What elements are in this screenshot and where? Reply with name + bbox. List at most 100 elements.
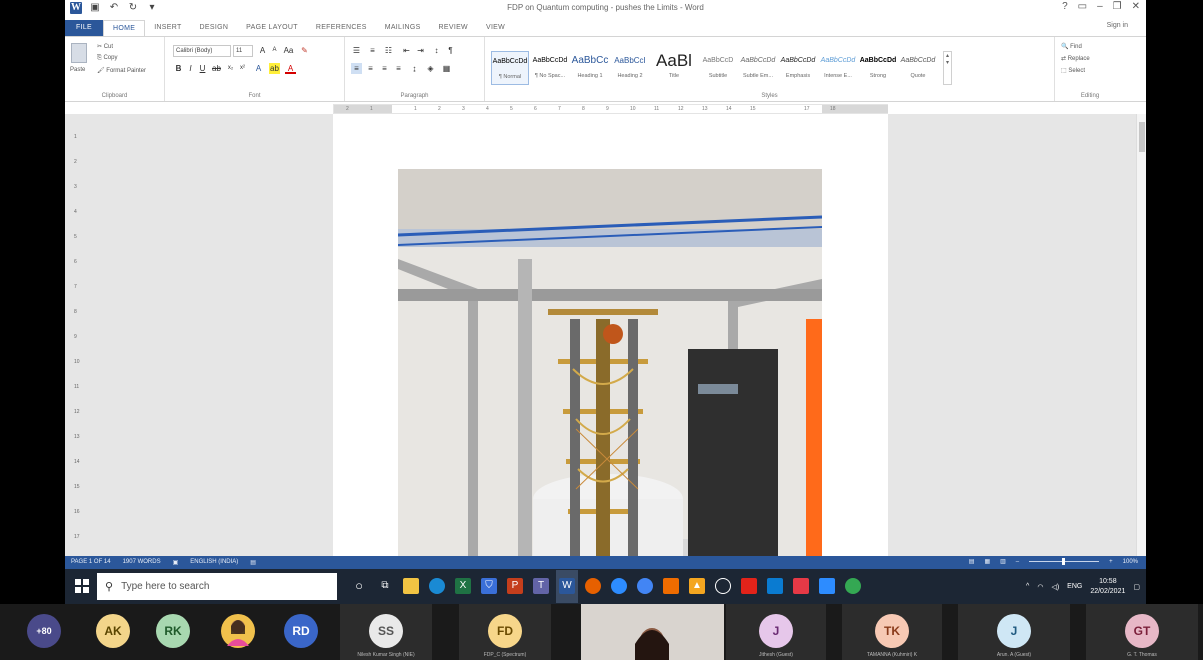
tab-insert[interactable]: INSERT	[145, 20, 190, 36]
zoom-level[interactable]: 100%	[1123, 559, 1138, 565]
restore-button[interactable]: ❐	[1113, 1, 1122, 12]
zoom-out-icon[interactable]: –	[1016, 559, 1019, 565]
participant-tile[interactable]: AK	[88, 604, 138, 660]
align-left-icon[interactable]: ≡	[351, 63, 362, 74]
video-app-icon[interactable]	[819, 578, 835, 594]
macro-icon[interactable]: ▤	[250, 559, 256, 566]
participant-tile[interactable]: RD	[276, 604, 326, 660]
app-icon[interactable]	[793, 578, 809, 594]
participant-tile[interactable]: FD FDP_C (Spectrum)	[459, 604, 551, 660]
copy-button[interactable]: ⎘ Copy	[97, 55, 117, 62]
horizontal-ruler[interactable]: 2 1 1 2 3 4 5 6 7 8 9 10 11 12 13 14 15 …	[333, 104, 888, 114]
start-button[interactable]	[75, 579, 89, 593]
print-layout-icon[interactable]: ▦	[984, 558, 990, 565]
shrink-font-icon[interactable]: A	[269, 45, 280, 56]
zoom-app-icon[interactable]	[611, 578, 627, 594]
firefox-icon[interactable]	[585, 578, 601, 594]
cortana-icon[interactable]: ○	[351, 578, 367, 594]
vertical-ruler[interactable]: 1 2 3 4 5 6 7 8 9 10 11 12 13 14 15 16 1…	[74, 114, 82, 556]
notifications-icon[interactable]: ▢	[1133, 583, 1140, 591]
participant-tile[interactable]: J Arun. A (Guest)	[958, 604, 1070, 660]
web-layout-icon[interactable]: ▥	[1000, 558, 1006, 565]
style-subtle-emphasis[interactable]: AaBbCcDd Subtle Em...	[739, 51, 777, 85]
subscript-icon[interactable]: x₂	[225, 63, 236, 74]
participant-tile[interactable]: GT G. T. Thomas	[1086, 604, 1198, 660]
grow-font-icon[interactable]: A	[257, 45, 268, 56]
format-painter-button[interactable]: 🖌 Format Painter	[97, 67, 146, 74]
font-color-icon[interactable]: A	[285, 63, 296, 74]
participant-overflow[interactable]: +80	[22, 604, 66, 660]
file-explorer-icon[interactable]	[403, 578, 419, 594]
shading-icon[interactable]: ◈	[425, 63, 436, 74]
change-case-icon[interactable]: Aa	[283, 45, 294, 56]
style-heading-1[interactable]: AaBbCc Heading 1	[571, 51, 609, 85]
font-name-dropdown[interactable]: Calibri (Body)	[173, 45, 231, 57]
quantum-computer-photo[interactable]	[398, 169, 822, 557]
find-button[interactable]: 🔍 Find	[1061, 43, 1082, 50]
tab-references[interactable]: REFERENCES	[307, 20, 376, 36]
powerpoint-icon[interactable]: P	[507, 578, 523, 594]
word-count[interactable]: 1907 WORDS	[123, 559, 161, 566]
read-mode-icon[interactable]: ▤	[969, 558, 975, 565]
show-marks-icon[interactable]: ¶	[445, 45, 456, 56]
participant-tile[interactable]	[213, 604, 263, 660]
taskbar-search[interactable]: ⚲ Type here to search	[97, 573, 337, 600]
participant-tile[interactable]: TK TAMANNA (Kuhmiri) K	[842, 604, 942, 660]
line-spacing-icon[interactable]: ↨	[409, 63, 420, 74]
style-quote[interactable]: AaBbCcDd Quote	[899, 51, 937, 85]
participant-tile[interactable]: SS Nilesh Kumar Singh (NIE)	[340, 604, 432, 660]
strikethrough-icon[interactable]: ab	[211, 63, 222, 74]
highlight-icon[interactable]: ab	[269, 63, 280, 74]
tab-home[interactable]: HOME	[102, 20, 146, 36]
font-size-dropdown[interactable]: 11	[233, 45, 253, 57]
tab-design[interactable]: DESIGN	[191, 20, 238, 36]
tab-mailings[interactable]: MAILINGS	[376, 20, 430, 36]
underline-icon[interactable]: U	[197, 63, 208, 74]
styles-scroll-icon[interactable]: ▴ ▾	[943, 51, 952, 85]
language-indicator[interactable]: ENGLISH (INDIA)	[190, 559, 238, 566]
style-intense-emphasis[interactable]: AaBbCcDd Intense E...	[819, 51, 857, 85]
cut-button[interactable]: ✂ Cut	[97, 43, 113, 50]
excel-icon[interactable]: X	[455, 578, 471, 594]
speaker-video[interactable]	[581, 604, 724, 660]
participant-tile[interactable]: RK	[148, 604, 198, 660]
bold-icon[interactable]: B	[173, 63, 184, 74]
acrobat-icon[interactable]	[741, 578, 757, 594]
wifi-icon[interactable]: ◠	[1037, 583, 1043, 591]
justify-icon[interactable]: ≡	[393, 63, 404, 74]
zoom-slider[interactable]	[1029, 558, 1100, 565]
numbering-icon[interactable]: ≡	[367, 45, 378, 56]
minimize-button[interactable]: –	[1097, 1, 1103, 12]
word-taskbar-icon[interactable]: W	[559, 578, 575, 594]
replace-button[interactable]: ⇄ Replace	[1061, 55, 1090, 62]
italic-icon[interactable]: I	[185, 63, 196, 74]
align-center-icon[interactable]: ≡	[365, 63, 376, 74]
task-view-icon[interactable]: ⧉	[377, 578, 393, 594]
proofing-icon[interactable]: ▣	[173, 559, 179, 566]
select-button[interactable]: ⬚ Select	[1061, 67, 1085, 74]
edge-icon[interactable]	[429, 578, 445, 594]
style-normal[interactable]: AaBbCcDd ¶ Normal	[491, 51, 529, 85]
paste-button[interactable]: Paste	[70, 67, 85, 73]
chrome-icon[interactable]	[637, 578, 653, 594]
help-icon[interactable]: ?	[1062, 1, 1068, 12]
style-emphasis[interactable]: AaBbCcDd Emphasis	[779, 51, 817, 85]
clock[interactable]: 10:58 22/02/2021	[1090, 577, 1125, 597]
close-button[interactable]: ✕	[1132, 1, 1140, 12]
clock-app-icon[interactable]	[715, 578, 731, 594]
page-count[interactable]: PAGE 1 OF 14	[71, 559, 111, 566]
sort-icon[interactable]: ↕	[431, 45, 442, 56]
style-subtitle[interactable]: AaBbCcD Subtitle	[699, 51, 737, 85]
text-effects-icon[interactable]: A	[253, 63, 264, 74]
style-heading-2[interactable]: AaBbCcI Heading 2	[611, 51, 649, 85]
volume-icon[interactable]: ◁)	[1051, 583, 1059, 591]
show-hidden-icon[interactable]: ^	[1026, 583, 1029, 590]
app-icon[interactable]	[767, 578, 783, 594]
sign-in-link[interactable]: Sign in	[1107, 22, 1128, 29]
superscript-icon[interactable]: x²	[237, 63, 248, 74]
participant-tile[interactable]: J Jithesh (Guest)	[726, 604, 826, 660]
chrome-profile-icon[interactable]	[845, 578, 861, 594]
align-right-icon[interactable]: ≡	[379, 63, 390, 74]
vlc-icon[interactable]: ▲	[689, 578, 705, 594]
store-icon[interactable]: ⛉	[481, 578, 497, 594]
